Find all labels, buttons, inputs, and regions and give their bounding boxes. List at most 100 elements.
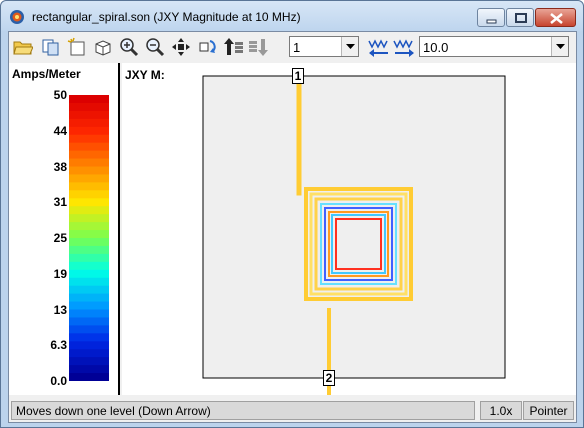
legend-color-band [69, 142, 109, 152]
legend-tick-label: 19 [53, 266, 67, 281]
legend-tick-label: 25 [53, 231, 67, 245]
legend-color-bar [69, 95, 109, 381]
legend-color-band [69, 166, 109, 175]
copy-icon [42, 39, 59, 56]
legend-color-band [69, 222, 109, 231]
legend-color-band [69, 317, 109, 326]
rotate-button[interactable] [195, 35, 219, 59]
toolbar: 1 10.0 [9, 32, 576, 62]
legend-tick-label: 31 [53, 195, 67, 210]
color-legend: Amps/Meter 50 44 38 31 25 19 13 6.3 0.0 [9, 63, 120, 395]
plot-canvas[interactable] [122, 63, 576, 395]
status-zoom: 1.0x [480, 401, 522, 420]
legend-color-band [69, 373, 109, 381]
level-select-dropdown[interactable] [341, 37, 358, 56]
legend-color-band [69, 253, 109, 263]
legend-tick-label: 0.0 [50, 374, 67, 388]
legend-color-band [69, 261, 109, 271]
current-plot-area[interactable]: JXY M: 1 2 [122, 63, 576, 395]
frequency-select-value: 10.0 [423, 40, 449, 55]
frequency-down-icon [368, 39, 388, 57]
legend-color-band [69, 206, 109, 215]
status-mode: Pointer [523, 401, 574, 420]
level-down-button[interactable] [245, 35, 269, 59]
legend-color-band [69, 198, 109, 207]
close-icon [550, 13, 563, 24]
zoom-in-button[interactable] [117, 35, 141, 59]
new-view-button[interactable] [65, 35, 89, 59]
legend-tick-label: 50 [53, 88, 67, 102]
title-bar[interactable]: rectangular_spiral.son (JXY Magnitude at… [1, 1, 583, 31]
frequency-select-dropdown[interactable] [551, 37, 568, 56]
pan-icon [172, 38, 190, 56]
level-select[interactable]: 1 [289, 36, 359, 57]
legend-color-band [69, 174, 109, 183]
legend-tick-label: 13 [53, 302, 67, 317]
zoom-in-icon [120, 38, 139, 57]
legend-color-band [69, 341, 109, 350]
frequency-down-button[interactable] [366, 35, 390, 59]
close-button[interactable] [535, 8, 576, 27]
legend-color-band [69, 357, 109, 366]
frequency-up-button[interactable] [391, 35, 415, 59]
client-area: 1 10.0 Amps/Meter 50 44 38 31 25 19 13 6… [8, 31, 577, 423]
legend-color-band [69, 238, 109, 247]
legend-color-band [69, 349, 109, 358]
pan-button[interactable] [169, 35, 193, 59]
legend-color-band [69, 110, 109, 120]
legend-color-band [69, 325, 109, 334]
rotate-icon [199, 40, 216, 53]
frequency-select[interactable]: 10.0 [419, 36, 569, 57]
legend-color-band [69, 95, 109, 104]
copy-button[interactable] [39, 35, 63, 59]
open-folder-icon [13, 41, 33, 55]
sonnet-app-icon [10, 10, 24, 24]
legend-color-band [69, 293, 109, 303]
legend-color-band [69, 126, 109, 136]
legend-color-band [69, 230, 109, 239]
legend-color-band [69, 158, 109, 167]
window-title: rectangular_spiral.son (JXY Magnitude at… [32, 10, 301, 24]
legend-color-band [69, 118, 109, 128]
legend-color-band [69, 277, 109, 287]
open-button[interactable] [11, 35, 35, 59]
legend-color-band [69, 102, 109, 112]
legend-color-band [69, 150, 109, 160]
3d-view-button[interactable] [91, 35, 115, 59]
legend-color-band [69, 190, 109, 199]
legend-color-band [69, 269, 109, 279]
level-select-value: 1 [293, 40, 301, 55]
legend-color-band [69, 245, 109, 255]
legend-color-band [69, 182, 109, 191]
legend-tick-label: 38 [53, 159, 67, 174]
legend-color-band [69, 309, 109, 318]
zoom-out-icon [146, 38, 165, 57]
new-view-icon [67, 37, 85, 56]
maximize-button[interactable] [506, 8, 534, 27]
legend-color-band [69, 214, 109, 223]
legend-tick-label: 6.3 [50, 338, 67, 353]
frequency-up-icon [393, 39, 414, 57]
port-2-marker[interactable]: 2 [323, 370, 335, 386]
status-bar: Moves down one level (Down Arrow) 1.0x P… [9, 399, 576, 422]
app-window: rectangular_spiral.son (JXY Magnitude at… [0, 0, 584, 428]
3d-box-icon [95, 40, 111, 56]
minimize-button[interactable] [477, 8, 505, 27]
legend-color-band [69, 365, 109, 374]
maximize-icon [515, 13, 527, 23]
level-down-icon [249, 39, 268, 56]
chevron-down-icon [556, 44, 565, 49]
minimize-icon [486, 19, 497, 24]
chevron-down-icon [346, 44, 355, 49]
level-up-button[interactable] [221, 35, 245, 59]
legend-color-band [69, 134, 109, 144]
port-1-marker[interactable]: 1 [292, 68, 304, 84]
status-message: Moves down one level (Down Arrow) [11, 401, 475, 420]
legend-tick-label: 44 [53, 123, 67, 138]
legend-color-band [69, 333, 109, 342]
legend-color-band [69, 301, 109, 310]
legend-color-band [69, 285, 109, 295]
substrate-box [202, 75, 506, 379]
level-up-icon [224, 38, 243, 55]
zoom-out-button[interactable] [143, 35, 167, 59]
